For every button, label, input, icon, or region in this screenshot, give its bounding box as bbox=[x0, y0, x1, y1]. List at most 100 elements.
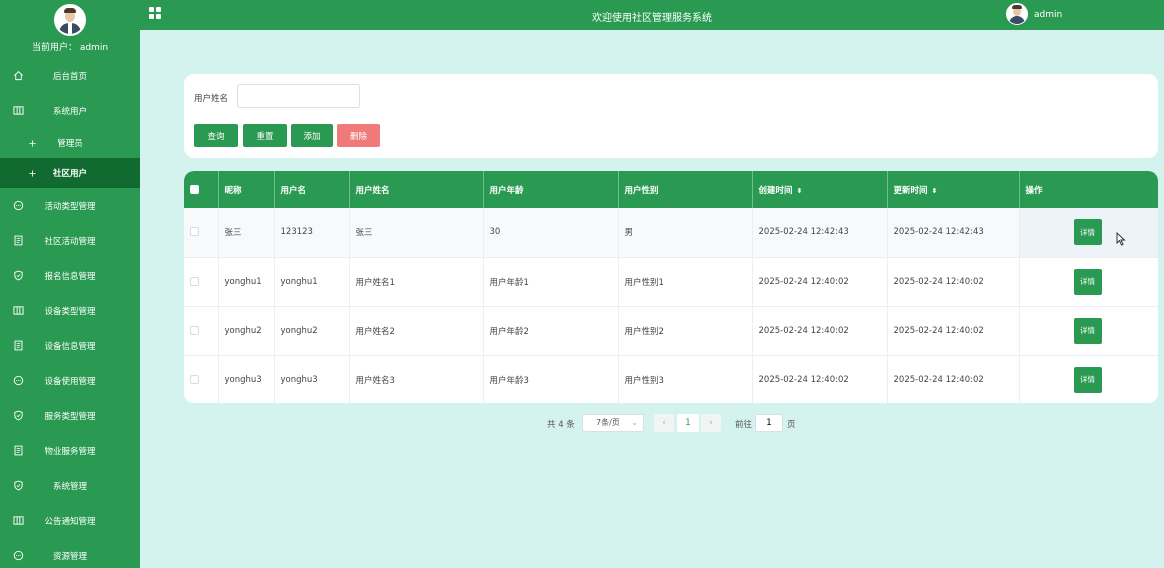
sidebar-item-community-users[interactable]: 社区用户 bbox=[0, 158, 140, 188]
cell-value: 用户姓名1 bbox=[355, 277, 395, 288]
row-select-cell[interactable] bbox=[184, 257, 219, 307]
cell-value: 2025-02-24 12:40:02 bbox=[893, 325, 984, 336]
cell-value: 张三 bbox=[224, 228, 242, 239]
select-all-checkbox[interactable] bbox=[190, 184, 199, 194]
goto-page-input[interactable] bbox=[755, 414, 783, 432]
table-cell: 张三 bbox=[218, 208, 275, 258]
sidebar-item-label: 社区用户 bbox=[52, 169, 87, 179]
detail-button[interactable]: 详情 bbox=[1073, 366, 1102, 393]
detail-button[interactable]: 详情 bbox=[1073, 219, 1102, 246]
sidebar-item-system-management[interactable]: 系统管理 bbox=[0, 468, 140, 503]
header-avatar[interactable] bbox=[1006, 3, 1028, 25]
page-suffix-label: 页 bbox=[787, 420, 796, 430]
row-checkbox[interactable] bbox=[190, 325, 199, 335]
page-size-value: 7条/页 bbox=[596, 418, 620, 427]
table-row: yonghu2 yonghu2 用户姓名2 用户年龄2 用户性别2 2025-02-24 … bbox=[184, 306, 1158, 356]
sidebar-item-label: 设备信息管理 bbox=[44, 341, 96, 352]
column-header: 昵称 bbox=[218, 171, 275, 208]
select-all-cell[interactable] bbox=[184, 171, 219, 208]
query-button[interactable]: 查询 bbox=[194, 124, 238, 147]
page-number-current[interactable]: 1 bbox=[677, 414, 699, 432]
column-header: 操作 bbox=[1019, 171, 1158, 208]
sidebar-item-label: 社区活动管理 bbox=[44, 236, 96, 247]
column-header[interactable]: 更新时间 ⬍ bbox=[887, 171, 1020, 208]
sidebar-item-property-services[interactable]: 物业服务管理 bbox=[0, 433, 140, 468]
column-header: 用户姓名 bbox=[349, 171, 484, 208]
table-cell: yonghu2 bbox=[218, 306, 275, 356]
sidebar-item-label: 活动类型管理 bbox=[44, 201, 96, 212]
detail-button[interactable]: 详情 bbox=[1073, 268, 1102, 295]
cell-value: 用户姓名2 bbox=[355, 326, 395, 337]
sidebar-item-admins[interactable]: 管理员 bbox=[0, 128, 140, 158]
cell-value: 用户年龄3 bbox=[489, 375, 529, 386]
column-header-label: 用户性别 bbox=[624, 185, 659, 196]
table-cell: 用户姓名3 bbox=[349, 355, 484, 403]
sidebar-item-activity-types[interactable]: 活动类型管理 bbox=[0, 188, 140, 223]
table-cell: 2025-02-24 12:40:02 bbox=[887, 306, 1020, 356]
column-header-label: 昵称 bbox=[224, 185, 242, 196]
sidebar-item-device-usage[interactable]: 设备使用管理 bbox=[0, 363, 140, 398]
table-cell: 用户年龄1 bbox=[483, 257, 619, 307]
add-button[interactable]: 添加 bbox=[291, 124, 333, 147]
column-header-label: 操作 bbox=[1025, 185, 1043, 196]
table-cell: 2025-02-24 12:40:02 bbox=[752, 257, 888, 307]
column-header-label: 创建时间 bbox=[758, 185, 793, 196]
cell-value: yonghu2 bbox=[224, 325, 262, 336]
mouse-cursor-icon bbox=[1116, 232, 1126, 246]
detail-button[interactable]: 详情 bbox=[1073, 317, 1102, 344]
sidebar-item-home[interactable]: 后台首页 bbox=[0, 58, 140, 93]
actions-cell: 详情 bbox=[1019, 306, 1158, 356]
row-checkbox[interactable] bbox=[190, 227, 199, 237]
sidebar-item-label: 报名信息管理 bbox=[44, 271, 96, 282]
sort-icon[interactable]: ⬍ bbox=[932, 187, 938, 195]
sidebar-item-service-types[interactable]: 服务类型管理 bbox=[0, 398, 140, 433]
table-cell: 男 bbox=[618, 208, 753, 258]
table-cell: 用户年龄2 bbox=[483, 306, 619, 356]
table-row: 张三 123123 张三 30 男 2025-02-24 12:42:43 2025-02-… bbox=[184, 208, 1158, 258]
row-checkbox[interactable] bbox=[190, 374, 199, 384]
cell-value: 2025-02-24 12:40:02 bbox=[758, 276, 849, 287]
sidebar-item-label: 管理员 bbox=[57, 139, 83, 149]
table-cell: yonghu3 bbox=[218, 355, 275, 403]
prev-page-button[interactable]: ‹ bbox=[654, 414, 674, 432]
cell-value: 2025-02-24 12:42:43 bbox=[758, 227, 849, 238]
cell-value: 用户性别2 bbox=[624, 326, 664, 337]
header-username[interactable]: admin bbox=[1034, 10, 1062, 20]
cell-value: 2025-02-24 12:40:02 bbox=[758, 325, 849, 336]
sidebar-item-resources[interactable]: 资源管理 bbox=[0, 538, 140, 568]
sidebar-item-notices[interactable]: 公告通知管理 bbox=[0, 503, 140, 538]
sidebar-item-device-types[interactable]: 设备类型管理 bbox=[0, 293, 140, 328]
row-checkbox[interactable] bbox=[190, 276, 199, 286]
table-cell: yonghu1 bbox=[218, 257, 275, 307]
users-table-panel: 昵称 用户名 用户姓名 用户年龄 用户性别 创建时间 ⬍ 更新时间 ⬍ 操作 张三 123123 张三… bbox=[184, 171, 1158, 403]
table-row: yonghu3 yonghu3 用户姓名3 用户年龄3 用户性别3 2025-02-24 … bbox=[184, 355, 1158, 403]
row-select-cell[interactable] bbox=[184, 306, 219, 356]
delete-button[interactable]: 删除 bbox=[337, 124, 380, 147]
sort-icon[interactable]: ⬍ bbox=[797, 187, 803, 195]
chevron-right-icon: › bbox=[709, 418, 713, 428]
table-cell: 123123 bbox=[274, 208, 350, 258]
reset-button[interactable]: 重置 bbox=[243, 124, 287, 147]
sidebar-item-system-users[interactable]: 系统用户 bbox=[0, 93, 140, 128]
sidebar-menu: 后台首页 系统用户 管理员 社区用户 活动类型管理 社区活动管理 报名信息管理 设备类型管理设… bbox=[0, 58, 140, 568]
cell-value: 用户性别1 bbox=[624, 277, 664, 288]
sidebar-item-label: 系统管理 bbox=[52, 481, 87, 492]
sidebar-item-community-activities[interactable]: 社区活动管理 bbox=[0, 223, 140, 258]
actions-cell: 详情 bbox=[1019, 208, 1158, 258]
row-select-cell[interactable] bbox=[184, 355, 219, 403]
next-page-button[interactable]: › bbox=[701, 414, 721, 432]
sidebar-item-label: 服务类型管理 bbox=[44, 411, 96, 422]
column-header[interactable]: 创建时间 ⬍ bbox=[752, 171, 888, 208]
cell-value: 用户性别3 bbox=[624, 375, 664, 386]
table-cell: 用户性别1 bbox=[618, 257, 753, 307]
page-size-select[interactable]: 7条/页 ⌄ bbox=[582, 414, 644, 432]
sidebar-item-label: 资源管理 bbox=[52, 551, 87, 562]
row-select-cell[interactable] bbox=[184, 208, 219, 258]
sidebar-item-label: 公告通知管理 bbox=[44, 516, 96, 527]
table-cell: 2025-02-24 12:42:43 bbox=[887, 208, 1020, 258]
sidebar-item-signup-info[interactable]: 报名信息管理 bbox=[0, 258, 140, 293]
name-search-input[interactable] bbox=[237, 84, 360, 108]
sidebar-item-device-info[interactable]: 设备信息管理 bbox=[0, 328, 140, 363]
cell-value: yonghu3 bbox=[224, 374, 262, 385]
table-cell: 2025-02-24 12:40:02 bbox=[752, 306, 888, 356]
